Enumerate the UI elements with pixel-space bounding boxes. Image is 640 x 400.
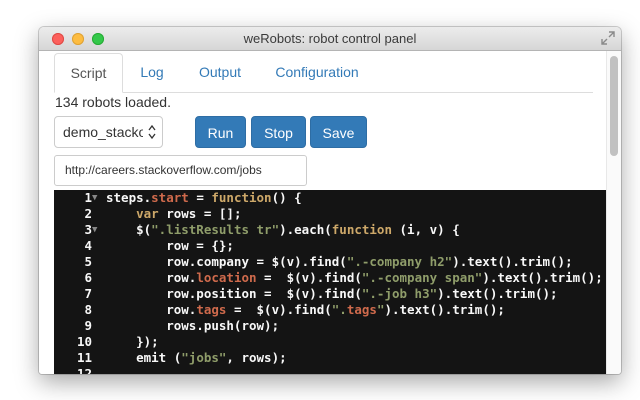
scrollbar-thumb[interactable]	[610, 56, 618, 156]
code-line: row.company = $(v).find(".-company h2").…	[106, 254, 573, 269]
code-line: rows.push(row);	[106, 318, 280, 333]
line-number: 8	[84, 302, 92, 317]
select-arrows-icon	[148, 124, 156, 140]
code-editor[interactable]: 1 ▼ 2 3 ▼ 4 5 6 7 8 9 10 11 12 steps.sta…	[54, 190, 607, 374]
stop-button[interactable]: Stop	[251, 116, 306, 148]
line-number: 5	[84, 254, 92, 269]
fold-arrow-icon[interactable]: ▼	[92, 222, 97, 238]
app-window: weRobots: robot control panel Script Log…	[39, 27, 621, 374]
line-number: 12	[76, 366, 92, 374]
tab-script[interactable]: Script	[54, 53, 123, 93]
line-number: 11	[76, 350, 92, 365]
line-number: 2	[84, 206, 92, 221]
code-line: row.position = $(v).find(".-job h3").tex…	[106, 286, 558, 301]
line-number: 3	[84, 222, 92, 237]
robot-select[interactable]: demo_stackoverflow	[54, 116, 163, 148]
robot-select-value: demo_stackoverflow	[63, 124, 143, 140]
status-text: 134 robots loaded.	[55, 94, 171, 110]
save-button[interactable]: Save	[310, 116, 367, 148]
line-number: 10	[76, 334, 92, 349]
code-line: row.location = $(v).find(".-company span…	[106, 270, 603, 285]
tab-configuration[interactable]: Configuration	[262, 53, 372, 92]
vertical-scrollbar[interactable]	[606, 51, 621, 374]
code-line: $(".listResults tr").each(function (i, v…	[106, 222, 460, 237]
code-line: var rows = [];	[136, 206, 242, 221]
fold-arrow-icon[interactable]: ▼	[92, 190, 97, 206]
line-number: 6	[84, 270, 92, 285]
fullscreen-icon[interactable]	[601, 31, 615, 45]
editor-gutter: 1 ▼ 2 3 ▼ 4 5 6 7 8 9 10 11 12	[54, 190, 102, 374]
tab-bar: Script Log Output Configuration	[54, 53, 593, 93]
code-line: emit ("jobs", rows);	[106, 350, 287, 365]
code-line: row.tags = $(v).find(".tags").text().tri…	[106, 302, 505, 317]
tab-output[interactable]: Output	[185, 53, 255, 92]
url-input[interactable]: http://careers.stackoverflow.com/jobs	[54, 155, 307, 186]
main-content: Script Log Output Configuration 134 robo…	[39, 51, 607, 374]
line-number: 4	[84, 238, 92, 253]
window-title: weRobots: robot control panel	[243, 31, 417, 46]
title-bar: weRobots: robot control panel	[39, 27, 621, 51]
tab-log[interactable]: Log	[127, 53, 177, 92]
code-line: steps.start = function() {	[106, 190, 302, 205]
line-number: 7	[84, 286, 92, 301]
line-number: 1	[84, 190, 92, 205]
run-button[interactable]: Run	[195, 116, 246, 148]
code-line: });	[106, 334, 159, 349]
code-line: row = {};	[106, 238, 234, 253]
line-number: 9	[84, 318, 92, 333]
